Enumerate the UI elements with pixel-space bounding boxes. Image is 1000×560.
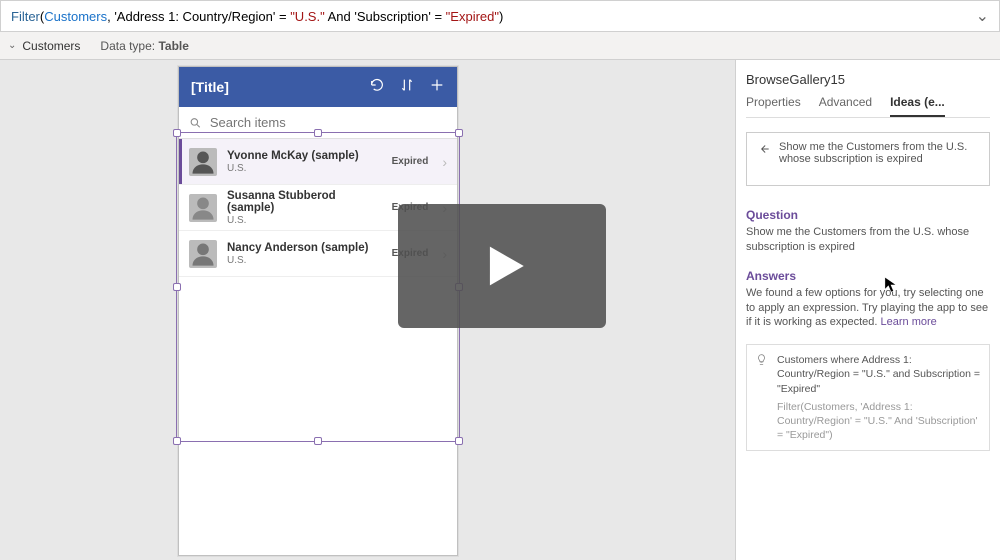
item-name: Nancy Anderson (sample) — [227, 242, 382, 254]
add-icon[interactable] — [429, 77, 445, 98]
play-icon — [473, 237, 531, 295]
search-bar[interactable] — [179, 107, 457, 139]
tab-properties[interactable]: Properties — [746, 95, 801, 117]
answers-heading: Answers — [746, 269, 990, 283]
avatar — [189, 194, 217, 222]
properties-panel: BrowseGallery15 Properties Advanced Idea… — [735, 60, 1000, 560]
cursor-icon — [884, 276, 898, 299]
avatar — [189, 240, 217, 268]
lightbulb-icon — [755, 353, 768, 370]
item-sub: U.S. — [227, 163, 382, 174]
avatar — [189, 148, 217, 176]
answer-description: Customers where Address 1: Country/Regio… — [777, 353, 981, 396]
search-icon — [189, 116, 202, 130]
play-button-overlay[interactable] — [398, 204, 606, 328]
tab-advanced[interactable]: Advanced — [819, 95, 872, 117]
question-text: Show me the Customers from the U.S. whos… — [746, 225, 990, 255]
refresh-icon[interactable] — [369, 77, 385, 98]
ideas-input-text: Show me the Customers from the U.S. whos… — [779, 141, 979, 165]
question-heading: Question — [746, 208, 990, 222]
answer-formula: Filter(Customers, 'Address 1: Country/Re… — [777, 400, 981, 443]
search-input[interactable] — [210, 115, 447, 130]
item-name: Yvonne McKay (sample) — [227, 150, 382, 162]
expand-formula-icon[interactable]: ⌄ — [976, 6, 989, 26]
context-name: Customers — [22, 39, 80, 53]
answer-suggestion[interactable]: Customers where Address 1: Country/Regio… — [746, 344, 990, 451]
sort-icon[interactable] — [399, 77, 415, 98]
answers-text: We found a few options for you, try sele… — [746, 286, 990, 331]
list-item[interactable]: Yvonne McKay (sample) U.S. Expired › — [179, 139, 457, 185]
context-type: Data type: Table — [100, 39, 189, 53]
item-sub: U.S. — [227, 255, 382, 266]
phone-title: [Title] — [191, 79, 229, 95]
formula-bar[interactable]: Filter(Customers, 'Address 1: Country/Re… — [0, 0, 1000, 32]
chevron-down-icon[interactable]: ⌄ — [8, 40, 16, 51]
canvas[interactable]: [Title] Yvonne McKay (sample) U.S. Expir… — [0, 60, 735, 560]
chevron-right-icon: › — [442, 154, 447, 170]
formula-text: Filter(Customers, 'Address 1: Country/Re… — [11, 9, 503, 24]
context-bar: ⌄ Customers Data type: Table — [0, 32, 1000, 60]
item-name: Susanna Stubberod (sample) — [227, 190, 382, 214]
panel-tabs: Properties Advanced Ideas (e... — [746, 95, 990, 118]
back-arrow-icon[interactable] — [757, 142, 771, 156]
phone-header: [Title] — [179, 67, 457, 107]
tab-ideas[interactable]: Ideas (e... — [890, 95, 945, 117]
selected-control-name: BrowseGallery15 — [746, 72, 990, 87]
ideas-input-box[interactable]: Show me the Customers from the U.S. whos… — [746, 132, 990, 186]
item-status: Expired — [392, 156, 429, 167]
item-sub: U.S. — [227, 215, 382, 226]
learn-more-link[interactable]: Learn more — [881, 316, 937, 328]
